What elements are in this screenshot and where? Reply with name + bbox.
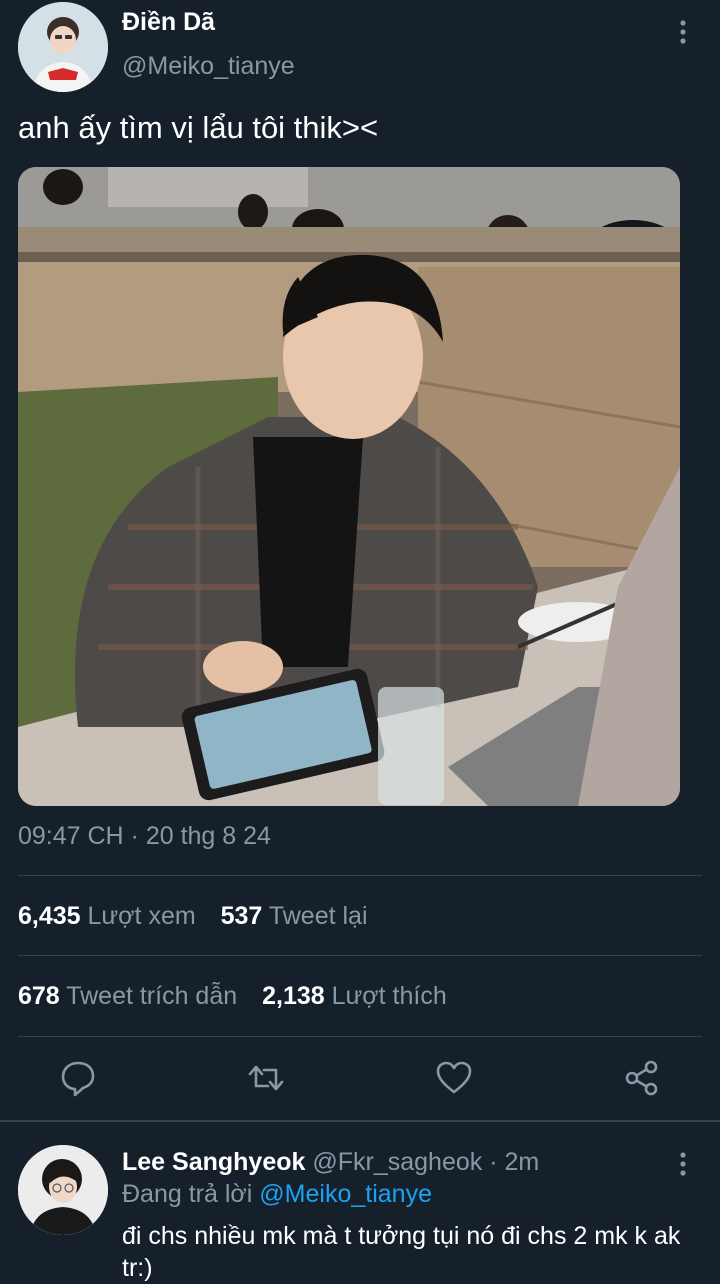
reply-icon[interactable] (58, 1058, 98, 1098)
reply-handle-time[interactable]: @Fkr_sagheok · 2m (312, 1148, 539, 1176)
likes-stat[interactable]: 2,138 Lượt thích (262, 982, 447, 1010)
reply-text: đi chs nhiều mk mà t tưởng tụi nó đi chs… (122, 1222, 681, 1282)
author-avatar[interactable] (18, 2, 108, 92)
stats-row-2: 678 Tweet trích dẫn 2,138 Lượt thích (18, 982, 447, 1011)
retweets-stat[interactable]: 537 Tweet lại (221, 902, 368, 930)
photo-illustration (18, 167, 680, 806)
retweet-icon[interactable] (246, 1058, 286, 1098)
reply-header: Lee Sanghyeok @Fkr_sagheok · 2m (122, 1148, 539, 1177)
like-icon[interactable] (434, 1058, 474, 1098)
more-options-icon[interactable] (672, 18, 694, 46)
share-icon[interactable] (622, 1058, 662, 1098)
tweet-timestamp[interactable]: 09:47 CH · 20 thg 8 24 (18, 822, 271, 851)
replying-to-mention[interactable]: @Meiko_tianye (259, 1180, 432, 1208)
stats-row-1: 6,435 Lượt xem 537 Tweet lại (18, 902, 368, 931)
quotes-count: 678 (18, 982, 60, 1010)
views-count: 6,435 (18, 902, 81, 930)
quotes-stat[interactable]: 678 Tweet trích dẫn (18, 982, 237, 1010)
reply-display-name[interactable]: Lee Sanghyeok (122, 1148, 305, 1176)
quotes-label: Tweet trích dẫn (66, 982, 238, 1010)
reply-more-options-icon[interactable] (672, 1150, 694, 1178)
reply-author-avatar[interactable] (18, 1145, 108, 1235)
author-display-name[interactable]: Điền Dã (122, 8, 215, 37)
avatar-photo (18, 1145, 108, 1235)
divider (18, 1036, 702, 1037)
retweets-count: 537 (220, 902, 263, 930)
divider (18, 875, 702, 876)
avatar-photo (18, 2, 108, 92)
likes-label: Lượt thích (331, 982, 447, 1010)
author-handle[interactable]: @Meiko_tianye (122, 52, 295, 81)
likes-count: 2,138 (262, 982, 325, 1010)
replying-to-line: Đang trả lời @Meiko_tianye (122, 1180, 432, 1209)
views-label: Lượt xem (87, 902, 196, 930)
divider (18, 955, 702, 956)
tweet-text: anh ấy tìm vị lẩu tôi thik>< (18, 110, 379, 145)
tweet-photo[interactable] (18, 167, 680, 806)
retweets-label: Tweet lại (268, 902, 368, 930)
divider (0, 1120, 720, 1122)
replying-prefix: Đang trả lời (122, 1180, 253, 1208)
